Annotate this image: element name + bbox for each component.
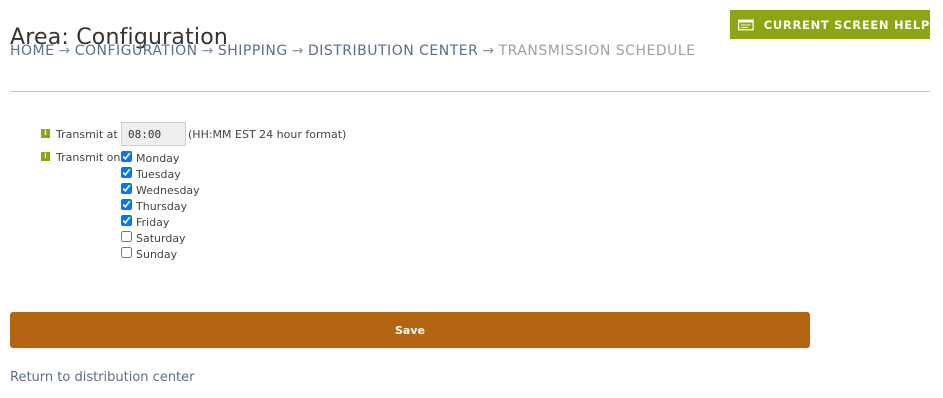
day-option-monday[interactable]: Monday bbox=[121, 148, 200, 165]
breadcrumb-arrow-icon: → bbox=[58, 43, 71, 59]
day-label: Tuesday bbox=[136, 167, 181, 181]
header-divider bbox=[10, 91, 930, 92]
breadcrumb-arrow-icon: → bbox=[201, 43, 214, 59]
breadcrumb-arrow-icon: → bbox=[291, 43, 304, 59]
day-label: Wednesday bbox=[136, 183, 200, 197]
day-option-thursday[interactable]: Thursday bbox=[121, 196, 200, 213]
current-screen-help-button[interactable]: CURRENT SCREEN HELP bbox=[730, 10, 930, 39]
day-label: Friday bbox=[136, 215, 170, 229]
sunday-checkbox[interactable] bbox=[121, 246, 132, 258]
breadcrumb-distribution-center[interactable]: DISTRIBUTION CENTER bbox=[308, 43, 478, 59]
breadcrumb-configuration[interactable]: CONFIGURATION bbox=[75, 43, 198, 59]
transmit-on-label: Transmit on bbox=[56, 151, 121, 164]
day-option-saturday[interactable]: Saturday bbox=[121, 228, 200, 245]
info-icon[interactable]: i bbox=[41, 152, 50, 161]
info-icon[interactable]: i bbox=[41, 129, 50, 138]
transmit-at-input[interactable] bbox=[121, 122, 186, 146]
day-label: Monday bbox=[136, 151, 180, 165]
help-button-label: CURRENT SCREEN HELP bbox=[763, 17, 930, 32]
day-label: Sunday bbox=[136, 247, 178, 261]
save-button[interactable]: Save bbox=[10, 312, 810, 348]
day-checkbox-list: Monday Tuesday Wednesday Thursday Friday… bbox=[121, 148, 200, 261]
day-label: Thursday bbox=[136, 199, 188, 213]
breadcrumb-arrow-icon: → bbox=[482, 43, 495, 59]
day-label: Saturday bbox=[136, 231, 186, 245]
monday-checkbox[interactable] bbox=[121, 150, 132, 162]
transmit-at-label: Transmit at bbox=[56, 128, 118, 141]
day-option-friday[interactable]: Friday bbox=[121, 212, 200, 229]
wednesday-checkbox[interactable] bbox=[121, 182, 132, 194]
day-option-sunday[interactable]: Sunday bbox=[121, 244, 200, 261]
saturday-checkbox[interactable] bbox=[121, 230, 132, 242]
day-option-wednesday[interactable]: Wednesday bbox=[121, 180, 200, 197]
window-icon bbox=[738, 19, 754, 30]
time-format-hint: (HH:MM EST 24 hour format) bbox=[188, 128, 347, 141]
day-option-tuesday[interactable]: Tuesday bbox=[121, 164, 200, 181]
thursday-checkbox[interactable] bbox=[121, 198, 132, 210]
return-to-distribution-center-link[interactable]: Return to distribution center bbox=[10, 370, 195, 385]
breadcrumb-home[interactable]: HOME bbox=[10, 43, 54, 59]
tuesday-checkbox[interactable] bbox=[121, 166, 132, 178]
breadcrumb-shipping[interactable]: SHIPPING bbox=[218, 43, 288, 59]
breadcrumb-transmission-schedule: TRANSMISSION SCHEDULE bbox=[498, 43, 696, 59]
friday-checkbox[interactable] bbox=[121, 214, 132, 226]
breadcrumb: HOME → CONFIGURATION → SHIPPING → DISTRIBUTION… bbox=[10, 43, 696, 59]
